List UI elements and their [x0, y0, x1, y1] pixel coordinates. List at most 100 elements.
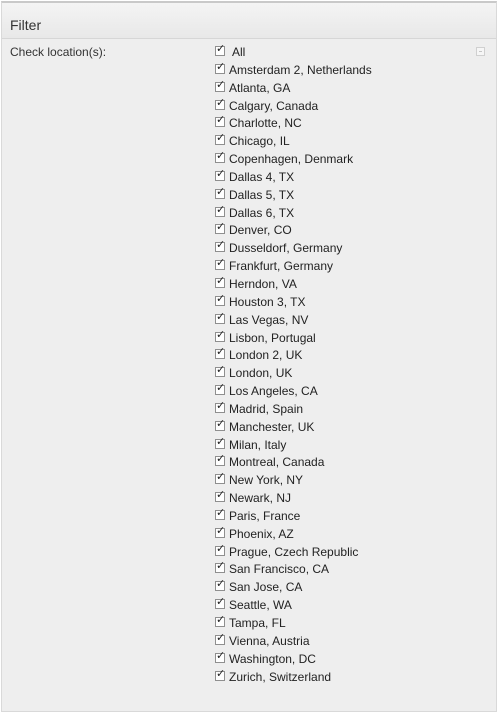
location-option-dallas-6-tx[interactable]: ✓ Dallas 6, TX — [215, 202, 372, 224]
location-checkbox[interactable]: ✓ — [215, 220, 226, 235]
location-option-lisbon-portugal[interactable]: ✓ Lisbon, Portugal — [215, 329, 372, 349]
location-checkbox[interactable]: ✓ — [215, 596, 225, 610]
location-option-zurich-switzerland[interactable]: ✓ Zurich, Switzerland — [215, 666, 372, 688]
location-checkbox[interactable]: ✓ — [215, 507, 225, 520]
location-option-atlanta-ga[interactable]: ✓ Atlanta, GA — [215, 79, 372, 99]
location-checkbox[interactable]: ✓ — [215, 256, 226, 271]
checkmark-icon: ✓ — [216, 488, 226, 502]
location-checkbox[interactable]: ✓ — [215, 418, 225, 431]
location-option-denver-co[interactable]: ✓ Denver, CO — [215, 220, 372, 241]
location-checkbox[interactable]: ✓ — [215, 150, 225, 164]
location-option-montreal-canada[interactable]: ✓ Montreal, Canada — [215, 452, 372, 473]
location-option-dallas-5-tx[interactable]: ✓ Dallas 5, TX — [215, 186, 372, 206]
location-checkbox[interactable]: ✓ — [215, 543, 225, 556]
location-option-prague-czech-republic[interactable]: ✓ Prague, Czech Republic — [215, 543, 372, 563]
location-option-dallas-4-tx[interactable]: ✓ Dallas 4, TX — [215, 168, 372, 188]
checkmark-icon: ✓ — [216, 630, 226, 644]
location-label: Paris, France — [229, 508, 301, 523]
location-option-new-york-ny[interactable]: ✓ New York, NY — [215, 471, 372, 491]
location-checkbox-list: ✓ All ✓ Amsterdam 2, Netherlands ✓ Atlanta, G… — [215, 43, 372, 688]
location-checkbox[interactable]: ✓ — [215, 273, 226, 288]
location-checkbox[interactable]: ✓ — [215, 346, 225, 360]
location-option-tampa-fl[interactable]: ✓ Tampa, FL — [215, 613, 372, 634]
location-label: Manchester, UK — [229, 419, 315, 434]
location-label: Chicago, IL — [229, 134, 290, 149]
location-label: All — [232, 45, 246, 59]
location-checkbox[interactable]: ✓ — [215, 578, 225, 592]
location-checkbox[interactable]: ✓ — [215, 79, 225, 92]
location-option-calgary-canada[interactable]: ✓ Calgary, Canada — [215, 97, 372, 117]
location-label: Las Vegas, NV — [229, 312, 309, 327]
location-label: Denver, CO — [229, 223, 292, 238]
location-checkbox[interactable]: ✓ — [215, 239, 225, 253]
location-option-milan-italy[interactable]: ✓ Milan, Italy — [215, 436, 372, 456]
checkmark-icon: ✓ — [216, 291, 226, 305]
checkmark-icon: ✓ — [216, 648, 226, 662]
location-checkbox[interactable]: ✓ — [215, 471, 225, 485]
location-checkbox[interactable]: ✓ — [215, 61, 225, 74]
location-option-houston-3-tx[interactable]: ✓ Houston 3, TX — [215, 291, 372, 313]
location-label: London, UK — [229, 366, 293, 381]
location-option-amsterdam-2-netherlands[interactable]: ✓ Amsterdam 2, Netherlands — [215, 61, 372, 81]
location-checkbox[interactable]: ✓ — [215, 97, 225, 110]
location-option-vienna-austria[interactable]: ✓ Vienna, Austria — [215, 630, 372, 652]
location-option-paris-france[interactable]: ✓ Paris, France — [215, 507, 372, 527]
location-option-las-vegas-nv[interactable]: ✓ Las Vegas, NV — [215, 311, 372, 331]
location-checkbox[interactable]: ✓ — [215, 291, 226, 306]
location-checkbox[interactable]: ✓ — [215, 613, 226, 627]
location-option-los-angeles-ca[interactable]: ✓ Los Angeles, CA — [215, 382, 372, 402]
checkmark-icon: ✓ — [216, 220, 226, 234]
location-checkbox[interactable]: ✓ — [215, 400, 225, 413]
checkmark-icon: ✓ — [216, 363, 226, 377]
location-label: London 2, UK — [229, 348, 303, 363]
location-option-dusseldorf-germany[interactable]: ✓ Dusseldorf, Germany — [215, 239, 372, 259]
location-checkbox[interactable]: ✓ — [215, 666, 226, 681]
location-option-san-francisco-ca[interactable]: ✓ San Francisco, CA — [215, 560, 372, 580]
location-checkbox[interactable]: ✓ — [215, 560, 225, 574]
scrollbar-thumb-icon[interactable] — [476, 47, 485, 56]
location-label: Phoenix, AZ — [229, 526, 294, 541]
location-checkbox[interactable]: ✓ — [215, 630, 226, 645]
location-checkbox[interactable]: ✓ — [215, 311, 225, 324]
checkmark-icon: ✓ — [216, 613, 226, 626]
location-option-washington-dc[interactable]: ✓ Washington, DC — [215, 648, 372, 670]
location-option-seattle-wa[interactable]: ✓ Seattle, WA — [215, 596, 372, 616]
location-option-copenhagen-denmark[interactable]: ✓ Copenhagen, Denmark — [215, 150, 372, 170]
location-checkbox[interactable]: ✓ — [215, 488, 226, 503]
checkmark-icon: ✓ — [216, 256, 226, 270]
location-option-herndon-va[interactable]: ✓ Herndon, VA — [215, 273, 372, 295]
location-option-madrid-spain[interactable]: ✓ Madrid, Spain — [215, 400, 372, 420]
location-checkbox[interactable]: ✓ — [215, 452, 226, 467]
location-label: Dallas 4, TX — [229, 169, 295, 184]
location-option-manchester-uk[interactable]: ✓ Manchester, UK — [215, 418, 372, 438]
location-label: Madrid, Spain — [229, 401, 304, 416]
location-label: Herndon, VA — [229, 276, 297, 291]
location-option-phoenix-az[interactable]: ✓ Phoenix, AZ — [215, 525, 372, 545]
location-checkbox[interactable]: ✓ — [215, 202, 226, 217]
location-checkbox[interactable]: ✓ — [215, 114, 225, 128]
checkmark-icon: ✓ — [216, 666, 226, 680]
location-option-newark-nj[interactable]: ✓ Newark, NJ — [215, 488, 372, 509]
location-option-charlotte-nc[interactable]: ✓ Charlotte, NC — [215, 114, 372, 134]
location-option-chicago-il[interactable]: ✓ Chicago, IL — [215, 132, 372, 152]
location-checkbox[interactable]: ✓ — [215, 132, 225, 146]
location-option-all[interactable]: ✓ All — [215, 43, 372, 63]
select-all-checkbox[interactable]: ✓ — [215, 43, 225, 56]
location-checkbox[interactable]: ✓ — [215, 648, 226, 663]
location-checkbox[interactable]: ✓ — [215, 525, 225, 538]
location-option-san-jose-ca[interactable]: ✓ San Jose, CA — [215, 578, 372, 598]
location-checkbox[interactable]: ✓ — [215, 382, 225, 396]
location-option-frankfurt-germany[interactable]: ✓ Frankfurt, Germany — [215, 256, 372, 277]
location-checkbox[interactable]: ✓ — [215, 168, 225, 181]
location-checkbox[interactable]: ✓ — [215, 329, 225, 342]
location-checkbox[interactable]: ✓ — [215, 363, 226, 378]
location-checkbox[interactable]: ✓ — [215, 186, 225, 199]
location-label: Houston 3, TX — [229, 294, 306, 309]
checkmark-icon: ✓ — [216, 452, 226, 466]
checkmark-icon: ✓ — [216, 273, 226, 287]
location-option-london-2-uk[interactable]: ✓ London 2, UK — [215, 346, 372, 366]
checkmark-icon: ✓ — [216, 202, 226, 216]
location-option-london-uk[interactable]: ✓ London, UK — [215, 363, 372, 384]
location-label: Seattle, WA — [229, 598, 292, 613]
location-checkbox[interactable]: ✓ — [215, 436, 225, 449]
